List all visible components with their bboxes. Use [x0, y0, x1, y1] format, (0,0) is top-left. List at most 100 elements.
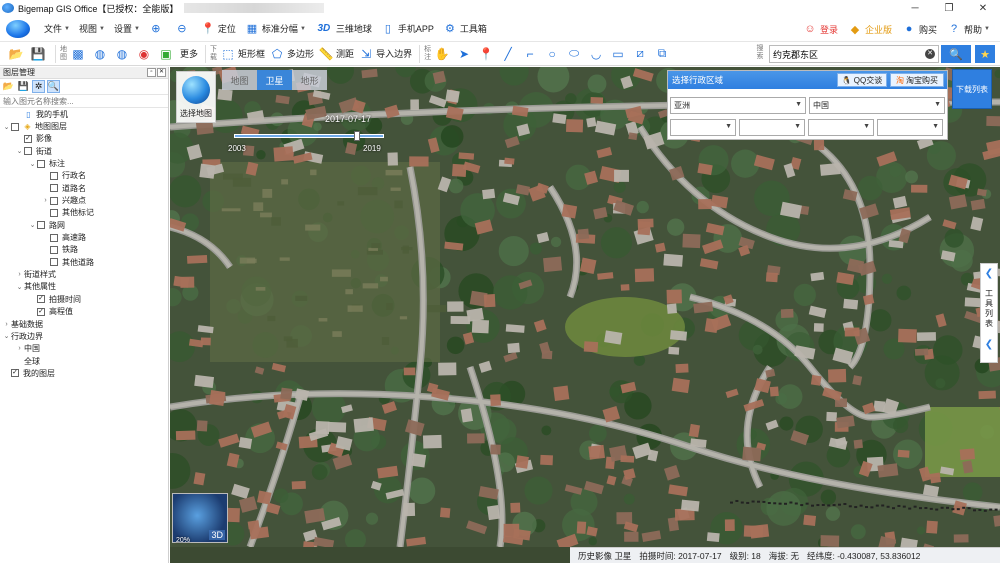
menu-view[interactable]: 视图 ▼ — [79, 22, 105, 35]
checkbox[interactable] — [37, 159, 45, 168]
rectangle-tool[interactable]: ▭ — [610, 44, 628, 64]
district-select[interactable]: ▼ — [808, 119, 874, 136]
help-button[interactable]: ? 帮助 ▼ — [947, 22, 990, 36]
edit-tool[interactable]: ⧉ — [654, 44, 672, 64]
tree-node[interactable]: 高速路 — [0, 231, 168, 243]
chevron-left-icon[interactable]: ❮ — [985, 339, 993, 350]
checkbox[interactable] — [50, 196, 58, 205]
map-source-button-1[interactable]: ▩ — [70, 44, 88, 64]
checkbox[interactable] — [37, 221, 45, 230]
ellipse-tool[interactable]: ⬭ — [566, 44, 584, 64]
tree-node[interactable]: › 兴趣点 — [0, 194, 168, 206]
timeline-track[interactable] — [234, 134, 384, 138]
menu-file[interactable]: 文件 ▼ — [44, 22, 70, 35]
checkbox[interactable] — [50, 171, 58, 180]
tree-node[interactable]: › 中国 — [0, 343, 168, 355]
save-button[interactable]: 💾 — [30, 44, 48, 64]
checkbox[interactable] — [50, 245, 58, 254]
checkbox[interactable] — [50, 233, 58, 242]
circle-tool[interactable]: ○ — [544, 44, 562, 64]
chevron-down-icon[interactable]: ⌄ — [28, 221, 37, 229]
map-type-tab[interactable]: 地形 — [292, 70, 327, 90]
layer-filter-input[interactable] — [3, 96, 163, 106]
checkbox[interactable] — [50, 258, 58, 267]
map-source-button-5[interactable]: ▣ — [158, 44, 176, 64]
open-button[interactable]: 📂 — [8, 44, 26, 64]
more-button[interactable]: 更多 — [180, 44, 198, 64]
save-icon[interactable]: 💾 — [17, 80, 30, 93]
checkbox[interactable]: ✓ — [37, 295, 45, 304]
polygon-button[interactable]: ⬠ 多边形 — [269, 44, 314, 64]
select-map-button[interactable]: 选择地图 — [176, 71, 216, 123]
favorites-button[interactable]: ★ — [975, 45, 995, 63]
country-select[interactable]: 中国 ▼ — [809, 97, 945, 114]
chevron-down-icon[interactable]: ⌄ — [2, 123, 11, 131]
zoom-out-button[interactable]: ⊖ — [175, 22, 192, 36]
timeline-handle[interactable] — [354, 131, 360, 141]
map-type-tab[interactable]: 卫星 — [257, 70, 292, 90]
chevron-right-icon[interactable]: › — [15, 345, 24, 352]
toolbox-button[interactable]: ⚙ 工具箱 — [443, 22, 487, 36]
checkbox[interactable]: ✓ — [11, 369, 19, 378]
map-source-button-4[interactable]: ◉ — [136, 44, 154, 64]
import-border-button[interactable]: ⇲ 导入边界 — [358, 44, 412, 64]
tree-node[interactable]: 铁路 — [0, 244, 168, 256]
search-input[interactable] — [773, 49, 913, 59]
download-list-button[interactable]: 下载列表 — [952, 69, 992, 109]
tree-node[interactable]: ✓ 拍摄时间 — [0, 293, 168, 305]
town-select[interactable]: ▼ — [877, 119, 943, 136]
tool-list-panel[interactable]: ❮ 工具列表 ❮ — [980, 263, 998, 363]
bigemap-logo-icon[interactable] — [6, 19, 30, 38]
polyline-tool[interactable]: ⌐ — [522, 44, 540, 64]
tree-node[interactable]: ⌄ 街道 — [0, 145, 168, 157]
tree-node[interactable]: 其他标记 — [0, 207, 168, 219]
chevron-down-icon[interactable]: ⌄ — [15, 147, 24, 155]
chevron-left-icon[interactable]: ❮ — [985, 268, 993, 279]
zoom-in-button[interactable]: ⊕ — [149, 22, 166, 36]
map-source-button-3[interactable]: ◍ — [114, 44, 132, 64]
chevron-down-icon[interactable]: ⌄ — [28, 160, 37, 168]
close-button[interactable]: ✕ — [966, 0, 1000, 16]
checkbox[interactable] — [50, 184, 58, 193]
minimap-3d[interactable]: 3D — [172, 493, 228, 543]
map-type-tab[interactable]: 地图 — [222, 70, 257, 90]
checkbox[interactable]: ✓ — [24, 134, 32, 143]
close-panel-icon[interactable]: ✕ — [157, 68, 166, 77]
open-folder-icon[interactable]: 📂 — [2, 80, 15, 93]
tree-node[interactable]: › 基础数据 — [0, 318, 168, 330]
tree-node[interactable]: ⌄ 其他属性 — [0, 281, 168, 293]
chevron-down-icon[interactable]: ⌄ — [15, 283, 24, 291]
tree-node[interactable]: 道路名 — [0, 182, 168, 194]
line-tool[interactable]: ╱ — [500, 44, 518, 64]
menu-settings[interactable]: 设置 ▼ — [114, 22, 140, 35]
checkbox[interactable] — [24, 147, 32, 156]
select-tool[interactable]: ➤ — [456, 44, 474, 64]
tree-node[interactable]: ⌄ 路网 — [0, 219, 168, 231]
ruler-tool[interactable]: ⧄ — [632, 44, 650, 64]
float-panel-icon[interactable]: ▫ — [147, 68, 156, 77]
checkbox[interactable] — [11, 122, 19, 131]
search-button[interactable]: 🔍 — [941, 45, 971, 63]
tree-node[interactable]: 其他道路 — [0, 256, 168, 268]
marker-tool[interactable]: 📍 — [478, 44, 496, 64]
arc-tool[interactable]: ◡ — [588, 44, 606, 64]
globe3d-button[interactable]: 3D 三维地球 — [315, 22, 371, 36]
minimize-button[interactable]: ─ — [898, 0, 932, 16]
history-timeline[interactable] — [230, 131, 390, 145]
chevron-down-icon[interactable]: ⌄ — [2, 332, 11, 340]
search-icon[interactable]: 🔍 — [47, 80, 60, 93]
clear-icon[interactable]: ✕ — [925, 49, 935, 59]
buy-button[interactable]: ● 购买 — [902, 22, 937, 36]
tree-node[interactable]: 行政名 — [0, 170, 168, 182]
map-view[interactable]: 选择地图 地图 卫星 地形 2017-07-17 2003 2019 选择行政区域 … — [170, 67, 1000, 547]
enterprise-button[interactable]: ◆ 企业版 — [848, 22, 892, 36]
maximize-button[interactable]: ❐ — [932, 0, 966, 16]
measure-button[interactable]: 📏 测距 — [318, 44, 355, 64]
tree-node[interactable]: ✓ 我的图层 — [0, 367, 168, 379]
tree-node[interactable]: ✓ 影像 — [0, 133, 168, 145]
checkbox[interactable]: ✓ — [37, 307, 45, 316]
tree-node[interactable]: ⌄ 标注 — [0, 157, 168, 169]
chevron-right-icon[interactable]: › — [41, 197, 50, 204]
chevron-right-icon[interactable]: › — [2, 321, 11, 328]
layer-settings-icon[interactable]: ✲ — [32, 80, 45, 93]
